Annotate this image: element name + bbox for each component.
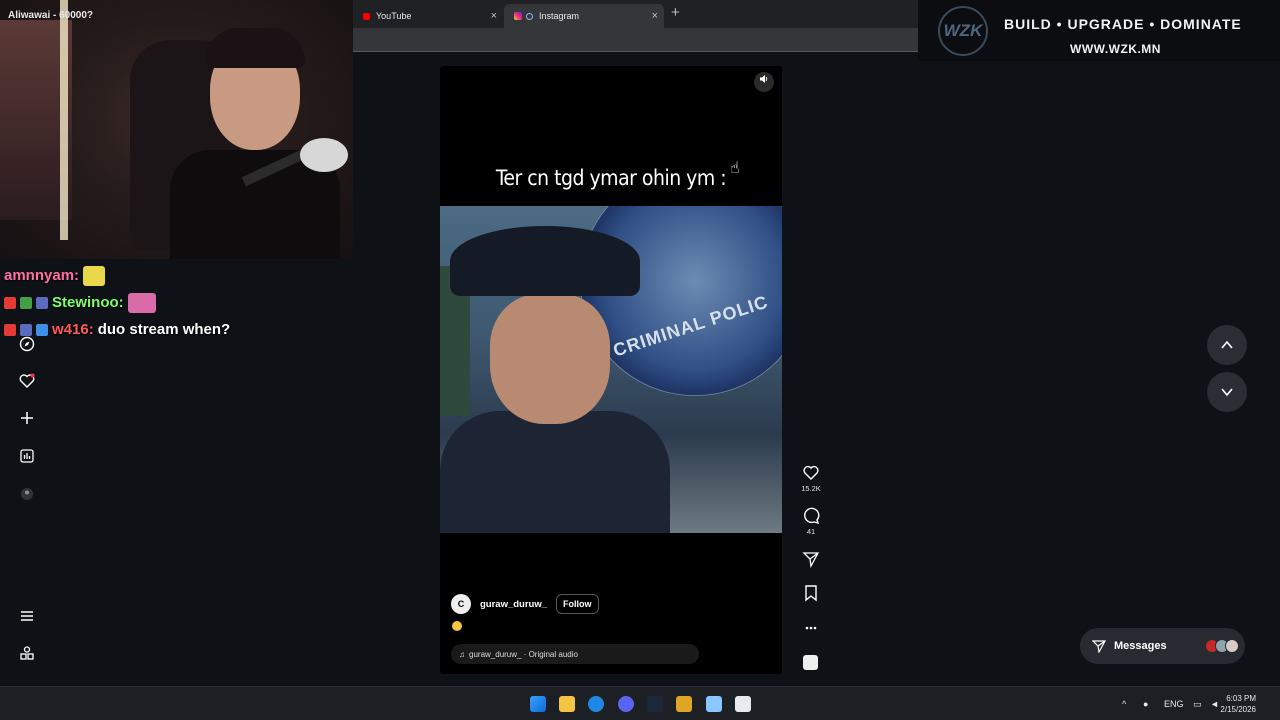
comment-icon xyxy=(804,507,820,524)
close-tab-icon[interactable]: × xyxy=(652,10,658,22)
previous-reel-button[interactable] xyxy=(1207,325,1247,365)
youtube-icon xyxy=(363,12,370,20)
heart-icon xyxy=(803,465,819,480)
speaker-icon xyxy=(760,75,768,83)
create-icon[interactable] xyxy=(14,410,40,431)
more-icon xyxy=(805,626,817,630)
send-icon xyxy=(802,552,820,569)
audio-thumbnail[interactable] xyxy=(803,655,818,670)
webcam-streamer-hair xyxy=(205,28,305,68)
music-note-icon: ♫ xyxy=(459,649,465,659)
new-tab-button[interactable]: + xyxy=(671,4,680,21)
like-button[interactable]: 15.2K xyxy=(797,462,825,493)
chat-badge xyxy=(4,296,16,309)
chat-message: amnnyam: xyxy=(4,262,230,289)
author-avatar[interactable]: C xyxy=(451,594,471,614)
chat-badge xyxy=(36,323,48,336)
bookmark-icon xyxy=(805,585,817,602)
stream-chat: amnnyam: Stewinoo: w416: duo stream when… xyxy=(4,262,230,343)
webcam-overlay-text: Aliwawai - 60000? xyxy=(8,10,94,21)
edge-browser-icon[interactable] xyxy=(588,696,604,712)
video-officer-cap xyxy=(450,226,640,296)
webcam-light xyxy=(60,0,68,240)
reel-author-row: C guraw_duruw_ Follow xyxy=(451,594,599,614)
banner-url: WWW.WZK.MN xyxy=(1070,42,1161,56)
sponsor-banner: WZK BUILD • UPGRADE • DOMINATE WWW.WZK.M… xyxy=(918,0,1280,61)
steam-icon[interactable] xyxy=(647,696,663,712)
chevron-up-icon xyxy=(1221,340,1233,349)
network-icon[interactable]: ▭ xyxy=(1193,699,1202,710)
chevron-down-icon xyxy=(1221,388,1233,397)
screen: YouTube × Instagram × + Aliwawai - 60000… xyxy=(0,0,1280,720)
more-options-button[interactable] xyxy=(797,618,825,638)
chat-username: Stewinoo: xyxy=(52,294,124,311)
tab-youtube-label: YouTube xyxy=(376,11,412,21)
share-button[interactable] xyxy=(797,549,825,569)
clock-time: 6:03 PM xyxy=(1226,694,1256,703)
volume-icon[interactable]: ◄ xyxy=(1210,699,1219,709)
clock-date: 2/15/2026 xyxy=(1220,705,1256,714)
comment-count: 41 xyxy=(806,527,816,536)
close-tab-icon[interactable]: × xyxy=(491,10,497,22)
chat-badge xyxy=(20,296,32,309)
tab-status-icon xyxy=(526,12,533,20)
chat-emote xyxy=(127,292,156,313)
more-apps-icon[interactable] xyxy=(14,645,40,666)
chat-username: w416: xyxy=(52,321,94,338)
webcam-overlay: Aliwawai - 60000? xyxy=(0,0,353,259)
audio-link[interactable]: ♫ guraw_duruw_ · Original audio xyxy=(451,644,699,664)
chat-emote xyxy=(83,265,106,286)
tray-overflow-icon[interactable]: ^ xyxy=(1122,699,1126,709)
save-button[interactable] xyxy=(797,583,825,603)
caption-emoji xyxy=(452,621,462,631)
file-explorer-icon[interactable] xyxy=(559,696,575,712)
chat-badge xyxy=(20,323,32,336)
chat-badge xyxy=(36,296,48,309)
messages-button[interactable]: Messages xyxy=(1080,628,1245,664)
menu-icon[interactable] xyxy=(14,608,40,629)
mouse-cursor-icon: ☝ xyxy=(730,160,740,177)
insights-icon[interactable] xyxy=(14,448,40,469)
message-avatar xyxy=(1224,639,1239,653)
comment-button[interactable]: 41 xyxy=(797,505,825,536)
language-indicator[interactable]: ENG xyxy=(1164,699,1184,709)
system-clock[interactable]: 6:03 PM 2/15/2026 xyxy=(1220,693,1256,715)
audio-label: guraw_duruw_ · Original audio xyxy=(469,649,578,659)
profile-icon[interactable] xyxy=(14,486,40,507)
messages-label: Messages xyxy=(1114,640,1167,652)
start-icon[interactable] xyxy=(530,696,546,712)
tab-instagram-label: Instagram xyxy=(539,11,580,21)
webcam-microphone xyxy=(300,138,348,172)
app-window-icon[interactable] xyxy=(735,696,751,712)
browser-tab-bar: YouTube × Instagram × + xyxy=(353,0,918,28)
mute-button[interactable] xyxy=(754,72,774,92)
heart-icon[interactable] xyxy=(14,373,40,394)
windows-taskbar: ^ ● ENG ▭ ◄ 6:03 PM 2/15/2026 xyxy=(0,686,1280,720)
message-avatars xyxy=(1204,639,1239,653)
app-icon[interactable] xyxy=(676,696,692,712)
messenger-icon xyxy=(1092,640,1106,653)
instagram-icon xyxy=(514,12,522,20)
follow-button[interactable]: Follow xyxy=(556,594,599,614)
next-reel-button[interactable] xyxy=(1207,372,1247,412)
explore-icon[interactable] xyxy=(14,336,40,357)
chat-username: amnnyam: xyxy=(4,267,80,284)
microphone-icon[interactable]: ● xyxy=(1143,699,1148,709)
notepad-icon[interactable] xyxy=(706,696,722,712)
video-officer-uniform xyxy=(440,411,670,533)
author-name[interactable]: guraw_duruw_ xyxy=(480,599,547,610)
wzk-logo: WZK xyxy=(938,6,988,56)
discord-icon[interactable] xyxy=(618,696,634,712)
address-bar[interactable] xyxy=(353,28,918,52)
chat-message: Stewinoo: xyxy=(4,289,230,316)
tab-youtube[interactable]: YouTube × xyxy=(353,4,503,28)
video-officer-face xyxy=(490,294,610,424)
banner-title: BUILD • UPGRADE • DOMINATE xyxy=(1004,16,1242,32)
tab-instagram[interactable]: Instagram × xyxy=(504,4,664,28)
reel-video-frame[interactable]: CRIMINAL POLIC xyxy=(440,206,782,533)
chat-badge xyxy=(4,323,16,336)
chat-text: duo stream when? xyxy=(97,321,231,338)
like-count: 15.2K xyxy=(801,484,821,493)
